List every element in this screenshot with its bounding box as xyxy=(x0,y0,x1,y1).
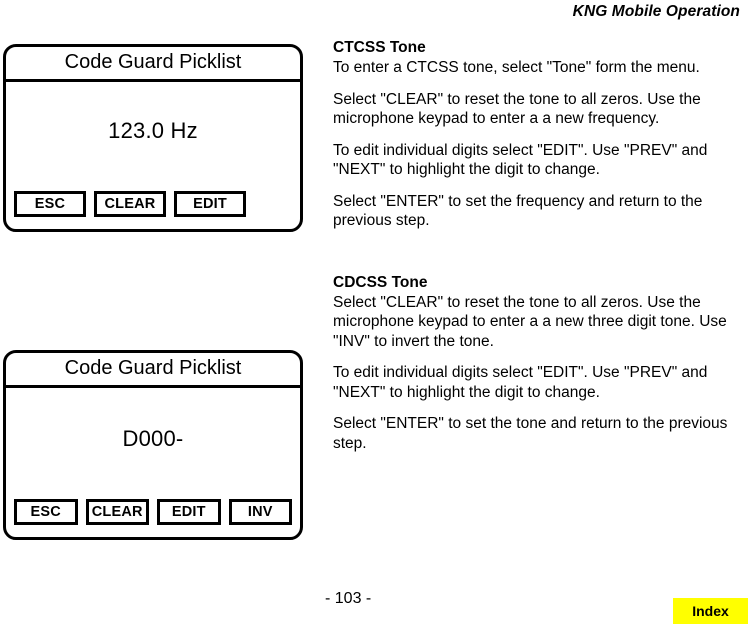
section-paragraph: Select "ENTER" to set the frequency and … xyxy=(333,192,703,230)
softkey-inv-cdcss[interactable]: INV xyxy=(228,499,292,525)
section-cdcss-tone: CDCSS Tone Select "CLEAR" to reset the t… xyxy=(333,273,737,454)
softkey-esc-cdcss[interactable]: ESC xyxy=(14,499,78,525)
documentation-column: CTCSS Tone To enter a CTCSS tone, select… xyxy=(333,38,737,453)
section-paragraph: To edit individual digits select "EDIT".… xyxy=(333,141,708,179)
panel-title-cdcss: Code Guard Picklist xyxy=(6,353,300,388)
page-number: - 103 - xyxy=(325,590,372,607)
panel-body-cdcss: D000- ESC CLEAR EDIT INV xyxy=(6,388,300,537)
softkey-clear-ctcss[interactable]: CLEAR xyxy=(94,191,166,217)
softkey-row-cdcss: ESC CLEAR EDIT INV xyxy=(14,499,292,525)
index-button[interactable]: Index xyxy=(673,598,748,624)
section-paragraph: Select "ENTER" to set the tone and retur… xyxy=(333,415,728,452)
softkey-clear-cdcss[interactable]: CLEAR xyxy=(85,499,149,525)
device-screen-cdcss: Code Guard Picklist D000- ESC CLEAR EDIT… xyxy=(3,350,303,540)
tone-value-cdcss: D000- xyxy=(122,426,184,451)
section-ctcss-tone: CTCSS Tone To enter a CTCSS tone, select… xyxy=(333,38,737,231)
softkey-edit-ctcss[interactable]: EDIT xyxy=(174,191,246,217)
section-heading-ctcss: CTCSS Tone xyxy=(333,39,426,56)
panel-title-ctcss: Code Guard Picklist xyxy=(6,47,300,82)
section-paragraph: To edit individual digits select "EDIT".… xyxy=(333,364,708,401)
section-heading-cdcss: CDCSS Tone xyxy=(333,273,428,291)
panel-body-ctcss: 123.0 Hz ESC CLEAR EDIT xyxy=(6,82,300,229)
section-paragraph: To enter a CTCSS tone, select "Tone" for… xyxy=(333,59,700,76)
softkey-row-ctcss: ESC CLEAR EDIT xyxy=(14,191,292,217)
section-paragraph: Select "CLEAR" to reset the tone to all … xyxy=(333,90,701,128)
softkey-edit-cdcss[interactable]: EDIT xyxy=(157,499,221,525)
page-header-title: KNG Mobile Operation xyxy=(572,3,740,20)
device-screen-ctcss: Code Guard Picklist 123.0 Hz ESC CLEAR E… xyxy=(3,44,303,232)
softkey-esc-ctcss[interactable]: ESC xyxy=(14,191,86,217)
tone-value-ctcss: 123.0 Hz xyxy=(108,118,198,143)
section-paragraph: Select "CLEAR" to reset the tone to all … xyxy=(333,293,727,350)
